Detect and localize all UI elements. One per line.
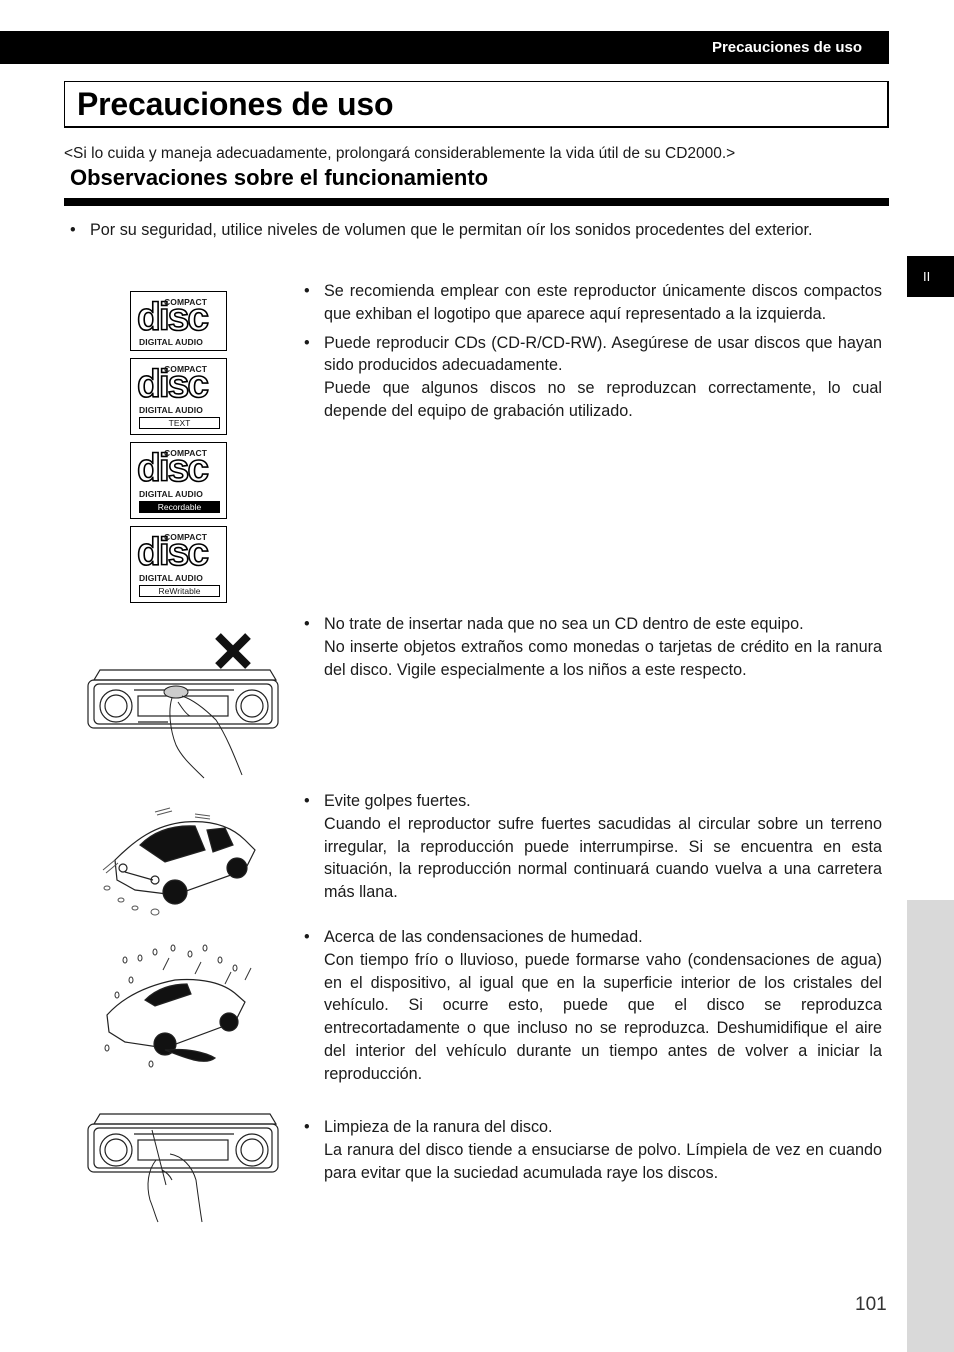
compact-disc-text-logo: disc COMPACT DIGITAL AUDIO TEXT — [130, 358, 227, 435]
running-header: Precauciones de uso — [0, 31, 889, 64]
bullet-condensation: Acerca de las condensaciones de humedad.… — [304, 926, 882, 1092]
car-stereo-icon — [87, 669, 279, 729]
side-margin-band — [907, 900, 954, 1352]
list-item: Por su seguridad, utilice niveles de vol… — [70, 219, 888, 242]
compact-wordmark: COMPACT — [164, 297, 208, 307]
hand-with-swab-icon — [147, 1129, 203, 1223]
digital-audio-wordmark: DIGITAL AUDIO — [139, 405, 203, 415]
logo-sub-label: Recordable — [139, 501, 220, 513]
page-title: Precauciones de uso — [77, 86, 394, 122]
bullet-text: Con tiempo frío o lluvioso, puede formar… — [324, 950, 882, 1083]
bullet-text: La ranura del disco tiende a ensuciarse … — [324, 1140, 882, 1182]
slot-cleaning-illustration — [87, 1113, 279, 1223]
list-item: No trate de insertar nada que no sea un … — [304, 613, 882, 681]
bullet-text: Puede reproducir CDs (CD-R/CD-RW). Asegú… — [324, 333, 882, 375]
page-title-box: Precauciones de uso — [64, 81, 889, 128]
bullet-foreign-objects: No trate de insertar nada que no sea un … — [304, 613, 882, 687]
hand-icon — [163, 685, 243, 779]
car-in-rain-illustration — [104, 944, 252, 1068]
list-item: Acerca de las condensaciones de humedad.… — [304, 926, 882, 1086]
chapter-tab-label: II — [923, 269, 931, 284]
rain-drops-icon — [104, 944, 252, 1068]
compact-disc-recordable-logo: disc COMPACT DIGITAL AUDIO Recordable — [130, 442, 227, 519]
logo-sub-label: TEXT — [139, 417, 220, 429]
bullet-slot-cleaning: Limpieza de la ranura del disco. La ranu… — [304, 1116, 882, 1190]
compact-wordmark: COMPACT — [164, 532, 208, 542]
chapter-tab: II — [907, 256, 954, 297]
compact-wordmark: COMPACT — [164, 448, 208, 458]
logo-sub-label: ReWritable — [139, 585, 220, 597]
running-title: Precauciones de uso — [711, 39, 862, 56]
bullet-text: Puede que algunos discos no se reproduzc… — [324, 379, 882, 420]
bullet-text: No trate de insertar nada que no sea un … — [324, 615, 804, 633]
bullet-text: Limpieza de la ranura del disco. — [324, 1118, 553, 1136]
bullet-avoid-shocks: Evite golpes fuertes. Cuando el reproduc… — [304, 790, 882, 910]
bullet-text: Cuando el reproductor sufre fuertes sacu… — [324, 814, 882, 902]
list-item: Evite golpes fuertes. Cuando el reproduc… — [304, 790, 882, 904]
car-icon — [106, 978, 246, 1062]
bullet-text: No inserte objetos extraños como monedas… — [324, 637, 882, 679]
compact-disc-digital-audio-logo: disc COMPACT DIGITAL AUDIO — [130, 291, 227, 351]
list-item: Se recomienda emplear con este reproduct… — [304, 280, 882, 326]
car-icon — [114, 820, 256, 905]
motion-lines-icon — [102, 807, 211, 916]
section-heading: Observaciones sobre el funcionamiento — [70, 165, 489, 190]
page-number: 101 — [855, 1294, 887, 1315]
car-shaking-illustration — [102, 807, 256, 916]
prohibited-x-icon — [215, 633, 251, 669]
list-item: Limpieza de la ranura del disco. La ranu… — [304, 1116, 882, 1184]
intro-text: <Si lo cuida y maneja adecuadamente, pro… — [64, 145, 736, 162]
compact-wordmark: COMPACT — [164, 364, 208, 374]
car-stereo-icon — [87, 1113, 279, 1173]
bullet-group-disc-types: Se recomienda emplear con este reproduct… — [304, 280, 882, 429]
coin-insert-prohibited-illustration — [87, 633, 279, 779]
bullet-text: Se recomienda emplear con este reproduct… — [324, 282, 882, 323]
digital-audio-wordmark: DIGITAL AUDIO — [139, 573, 203, 583]
list-item: Puede reproducir CDs (CD-R/CD-RW). Asegú… — [304, 332, 882, 423]
digital-audio-wordmark: DIGITAL AUDIO — [139, 337, 203, 347]
bullet-text: Acerca de las condensaciones de humedad. — [324, 928, 643, 946]
bullet-text: Evite golpes fuertes. — [324, 792, 471, 810]
digital-audio-wordmark: DIGITAL AUDIO — [139, 489, 203, 499]
section-divider — [64, 198, 889, 206]
compact-disc-rewritable-logo: disc COMPACT DIGITAL AUDIO ReWritable — [130, 526, 227, 603]
bullet-volume-safety: Por su seguridad, utilice niveles de vol… — [70, 219, 888, 248]
bullet-text: Por su seguridad, utilice niveles de vol… — [90, 221, 813, 239]
